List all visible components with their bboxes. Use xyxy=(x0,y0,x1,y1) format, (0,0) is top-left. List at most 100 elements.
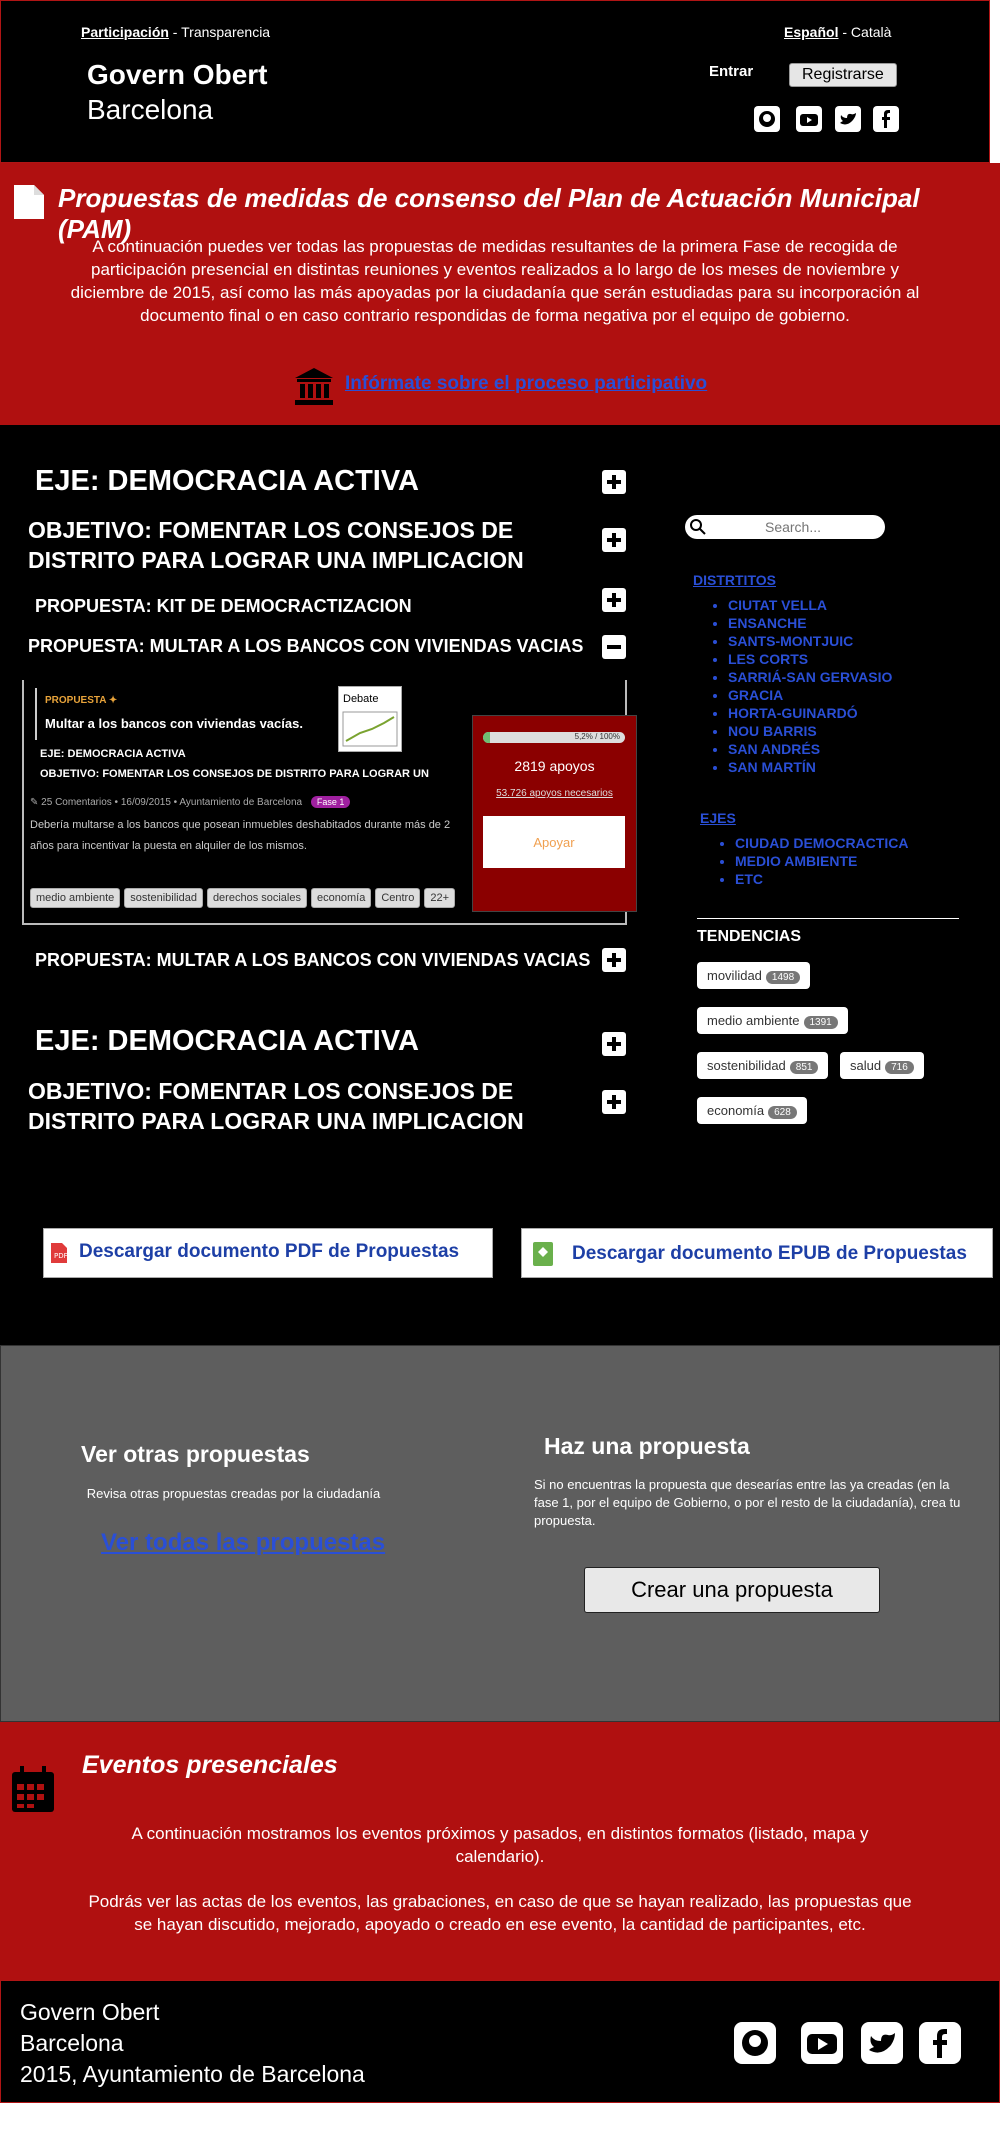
nav-transparencia[interactable]: Transparencia xyxy=(181,24,270,40)
axis-item[interactable]: ETC xyxy=(735,870,908,888)
events-detail: Podrás ver las actas de los eventos, las… xyxy=(88,1892,912,1934)
districts-list: CIUTAT VELLA ENSANCHE SANTS-MONTJUIC LES… xyxy=(700,596,892,776)
accordion-objetivo-1[interactable]: OBJETIVO: FOMENTAR LOS CONSEJOS DE DISTR… xyxy=(28,515,588,575)
trend-label: sostenibilidad xyxy=(707,1058,786,1073)
search-input[interactable] xyxy=(711,518,875,536)
support-progress-label: 5,2% / 100% xyxy=(574,732,620,741)
accordion-propuesta-kit[interactable]: PROPUESTA: KIT DE DEMOCRACTIZACION xyxy=(35,596,412,617)
trend-item[interactable]: economía 628 xyxy=(697,1097,807,1124)
youtube-icon[interactable] xyxy=(801,2022,843,2064)
lang-es[interactable]: Español xyxy=(784,24,838,40)
axis-item[interactable]: CIUDAD DEMOCRACTICA xyxy=(735,834,908,852)
expand-plus-icon[interactable] xyxy=(602,1090,626,1114)
footer-line-2: Barcelona xyxy=(20,2030,124,2056)
district-item[interactable]: SAN ANDRÉS xyxy=(728,740,892,758)
github-icon[interactable] xyxy=(754,106,780,132)
trend-item[interactable]: movilidad 1498 xyxy=(697,962,811,989)
trend-item[interactable]: medio ambiente 1391 xyxy=(697,1007,848,1034)
accordion-propuesta-multar-2[interactable]: PROPUESTA: MULTAR A LOS BANCOS CON VIVIE… xyxy=(35,950,590,971)
tag-item[interactable]: derechos sociales xyxy=(206,888,307,908)
axis-link[interactable]: CIUDAD DEMOCRACTICA xyxy=(735,835,908,851)
proposal-kicker-label: PROPUESTA xyxy=(45,695,107,706)
debate-thumbnail[interactable]: Debate xyxy=(338,686,402,752)
accordion-eje-1[interactable]: EJE: DEMOCRACIA ACTIVA xyxy=(35,465,419,498)
district-link[interactable]: LES CORTS xyxy=(728,651,808,667)
support-button[interactable]: Apoyar xyxy=(483,816,625,868)
district-link[interactable]: SARRIÁ-SAN GERVASIO xyxy=(728,669,892,685)
collapse-minus-icon[interactable] xyxy=(602,635,626,659)
district-item[interactable]: SARRIÁ-SAN GERVASIO xyxy=(728,668,892,686)
twitter-icon[interactable] xyxy=(835,106,861,132)
expand-plus-icon[interactable] xyxy=(602,528,626,552)
hero-description: A continuación puedes ver todas las prop… xyxy=(70,237,920,325)
trend-count: 716 xyxy=(885,1061,914,1074)
district-item[interactable]: SAN MARTÍN xyxy=(728,758,892,776)
axis-item[interactable]: MEDIO AMBIENTE xyxy=(735,852,908,870)
create-proposal-button[interactable]: Crear una propuesta xyxy=(584,1567,880,1613)
twitter-icon[interactable] xyxy=(861,2022,903,2064)
district-item[interactable]: NOU BARRIS xyxy=(728,722,892,740)
tag-item[interactable]: 22+ xyxy=(424,888,456,908)
accordion-propuesta-multar-open[interactable]: PROPUESTA: MULTAR A LOS BANCOS CON VIVIE… xyxy=(28,636,583,657)
comments-count[interactable]: 25 Comentarios xyxy=(41,797,112,808)
expand-plus-icon[interactable] xyxy=(602,948,626,972)
trends-title: TENDENCIAS xyxy=(697,928,802,945)
district-link[interactable]: NOU BARRIS xyxy=(728,723,817,739)
expand-plus-icon[interactable] xyxy=(602,1032,626,1056)
tag-item[interactable]: Centro xyxy=(375,888,421,908)
epub-icon xyxy=(532,1241,554,1272)
tag-item[interactable]: economía xyxy=(311,888,372,908)
cta-section: Ver otras propuestas Revisa otras propue… xyxy=(0,1345,1000,1722)
process-info-link[interactable]: Infórmate sobre el proceso participativo xyxy=(345,373,707,395)
district-item[interactable]: LES CORTS xyxy=(728,650,892,668)
facebook-icon[interactable] xyxy=(873,106,899,132)
proposal-title[interactable]: Multar a los bancos con viviendas vacías… xyxy=(45,716,303,731)
epub-download[interactable]: Descargar documento EPUB de Propuestas xyxy=(521,1228,993,1278)
trend-item[interactable]: salud 716 xyxy=(840,1052,924,1079)
expand-plus-icon[interactable] xyxy=(602,588,626,612)
card-eje: EJE: DEMOCRACIA ACTIVA xyxy=(40,748,186,760)
epub-download-link[interactable]: Descargar documento EPUB de Propuestas xyxy=(572,1243,967,1265)
district-item[interactable]: HORTA-GUINARDÓ xyxy=(728,704,892,722)
trend-count: 1498 xyxy=(765,971,801,984)
district-link[interactable]: GRACIA xyxy=(728,687,783,703)
district-item[interactable]: CIUTAT VELLA xyxy=(728,596,892,614)
brand-name[interactable]: Govern Obert xyxy=(87,59,267,91)
pdf-download-link[interactable]: Descargar documento PDF de Propuestas xyxy=(79,1241,459,1263)
card-author[interactable]: Ayuntamiento de Barcelona xyxy=(179,797,302,808)
district-link[interactable]: SAN MARTÍN xyxy=(728,759,816,775)
district-link[interactable]: CIUTAT VELLA xyxy=(728,597,827,613)
all-proposals-link[interactable]: Ver todas las propuestas xyxy=(101,1529,385,1557)
youtube-icon[interactable] xyxy=(796,106,822,132)
proposal-kicker: PROPUESTA ✦ xyxy=(45,695,117,706)
districts-title[interactable]: DISTRTITOS xyxy=(693,572,776,588)
register-button[interactable]: Registrarse xyxy=(789,63,897,87)
district-link[interactable]: SAN ANDRÉS xyxy=(728,741,820,757)
login-link[interactable]: Entrar xyxy=(709,63,753,80)
nav-participacion[interactable]: Participación xyxy=(81,24,169,40)
search-box[interactable] xyxy=(685,515,885,539)
district-item[interactable]: GRACIA xyxy=(728,686,892,704)
trend-item[interactable]: sostenibilidad 851 xyxy=(697,1052,829,1079)
district-link[interactable]: HORTA-GUINARDÓ xyxy=(728,705,858,721)
accordion-eje-2[interactable]: EJE: DEMOCRACIA ACTIVA xyxy=(35,1025,419,1058)
pdf-download[interactable]: PDF Descargar documento PDF de Propuesta… xyxy=(43,1228,493,1278)
tag-item[interactable]: medio ambiente xyxy=(30,888,121,908)
events-intro: A continuación mostramos los eventos pró… xyxy=(131,1824,869,1866)
lang-ca[interactable]: Català xyxy=(851,24,891,40)
footer-line-1: Govern Obert xyxy=(20,1999,160,2025)
document-icon xyxy=(12,183,46,226)
district-item[interactable]: ENSANCHE xyxy=(728,614,892,632)
tag-item[interactable]: sostenibilidad xyxy=(124,888,203,908)
facebook-icon[interactable] xyxy=(919,2022,961,2064)
brand-city[interactable]: Barcelona xyxy=(87,94,213,126)
axis-link[interactable]: ETC xyxy=(735,871,763,887)
axes-title[interactable]: EJES xyxy=(700,810,736,826)
district-link[interactable]: SANTS-MONTJUIC xyxy=(728,633,853,649)
accordion-objetivo-2[interactable]: OBJETIVO: FOMENTAR LOS CONSEJOS DE DISTR… xyxy=(28,1076,588,1136)
github-icon[interactable] xyxy=(734,2022,776,2064)
axis-link[interactable]: MEDIO AMBIENTE xyxy=(735,853,857,869)
district-link[interactable]: ENSANCHE xyxy=(728,615,807,631)
district-item[interactable]: SANTS-MONTJUIC xyxy=(728,632,892,650)
expand-plus-icon[interactable] xyxy=(602,470,626,494)
